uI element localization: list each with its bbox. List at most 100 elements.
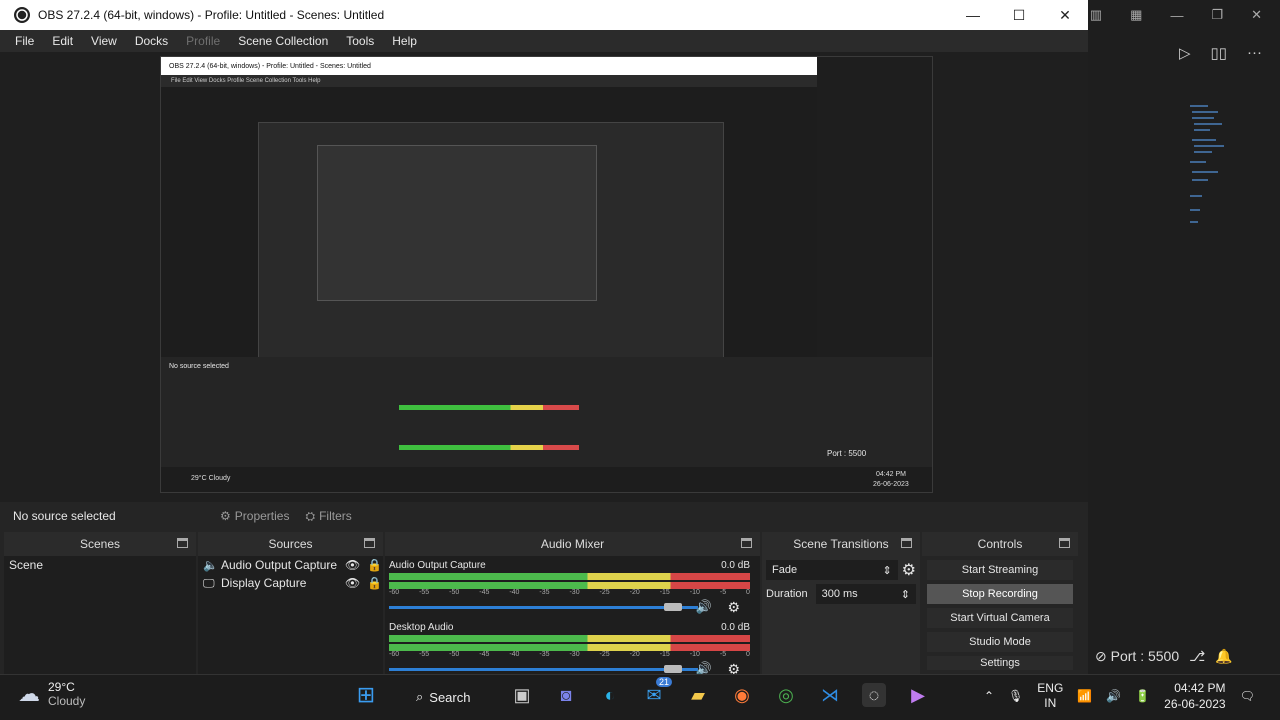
search-label: Search <box>429 689 471 705</box>
editor-toolbar: ▷ ▯▯ ··· <box>1179 44 1262 62</box>
transition-select[interactable]: Fade ⇕ <box>766 560 898 580</box>
undock-icon[interactable] <box>364 538 375 548</box>
duration-value: 300 ms <box>821 588 858 600</box>
vscode-icon[interactable]: ⋊ <box>818 683 842 707</box>
editor-status-bar: ⊘ Port : 5500 ⎇ 🔔 <box>1095 648 1233 665</box>
split-editor-icon[interactable]: ▯▯ <box>1210 44 1227 62</box>
sources-header: Sources <box>198 532 383 556</box>
microphone-icon[interactable]: 🎙 <box>1008 689 1023 703</box>
close-button[interactable]: ✕ <box>1042 0 1088 30</box>
scene-item[interactable]: Scene <box>4 556 196 574</box>
port-status[interactable]: ⊘ Port : 5500 <box>1095 648 1179 665</box>
mail-icon[interactable]: ✉ 21 <box>642 677 672 707</box>
undock-icon[interactable] <box>177 538 188 548</box>
menu-help[interactable]: Help <box>383 34 426 48</box>
stop-recording-button[interactable]: Stop Recording <box>927 584 1073 604</box>
source-label: Display Capture <box>221 576 307 590</box>
gear-icon[interactable]: ⚙ <box>727 599 740 616</box>
menu-docks[interactable]: Docks <box>126 34 177 48</box>
start-streaming-button[interactable]: Start Streaming <box>927 560 1073 580</box>
taskbar-search[interactable]: ⌕ Search <box>402 683 484 711</box>
undock-icon[interactable] <box>901 538 912 548</box>
controls-header: Controls <box>922 532 1078 556</box>
menu-tools[interactable]: Tools <box>337 34 383 48</box>
file-explorer-icon[interactable]: ▰ <box>686 683 710 707</box>
minimize-icon[interactable]: — <box>1170 8 1183 23</box>
more-icon[interactable]: ··· <box>1247 44 1262 62</box>
lock-icon[interactable]: 🔒 <box>367 558 383 572</box>
notification-icon[interactable]: 🗨 <box>1240 689 1255 703</box>
duration-spinbox[interactable]: 300 ms ⇕ <box>815 584 916 604</box>
channel-db: 0.0 dB <box>721 560 750 571</box>
volume-knob[interactable] <box>664 665 682 673</box>
grid-icon[interactable]: ▦ <box>1130 7 1142 23</box>
bell-icon[interactable]: 🔔 <box>1215 648 1232 665</box>
volume-knob[interactable] <box>664 603 682 611</box>
spin-arrows-icon[interactable]: ⇕ <box>901 588 910 601</box>
gear-icon[interactable]: ⚙ <box>902 560 916 580</box>
menu-scene-collection[interactable]: Scene Collection <box>229 34 337 48</box>
eye-icon[interactable]: 👁 <box>345 576 367 590</box>
filters-label: Filters <box>319 509 352 523</box>
studio-mode-button[interactable]: Studio Mode <box>927 632 1073 652</box>
lock-icon[interactable]: 🔒 <box>367 576 383 590</box>
properties-label: Properties <box>234 509 290 523</box>
inner-editor <box>817 57 932 357</box>
mixer-channel: Desktop Audio 0.0 dB -60 -55 -50 -45 -40 -35 -3… <box>389 622 750 677</box>
chrome-icon[interactable]: ◎ <box>774 683 798 707</box>
source-item[interactable]: 🔈 Audio Output Capture 👁 🔒 <box>198 556 383 574</box>
filter-icon: ⛭ <box>305 508 316 523</box>
monitor-icon: 🖵 <box>203 575 215 590</box>
run-icon[interactable]: ▷ <box>1179 44 1191 62</box>
volume-icon[interactable]: 🔊 <box>696 599 712 615</box>
teams-chat-icon[interactable]: ◙ <box>554 683 578 707</box>
layout-icon[interactable]: ▥ <box>1090 7 1102 23</box>
port-label: Port : 5500 <box>1110 648 1180 664</box>
restore-icon[interactable]: ❐ <box>1211 7 1223 23</box>
settings-button[interactable]: Settings <box>927 656 1073 670</box>
time: 04:42 PM <box>1174 681 1226 695</box>
weather-widget[interactable]: ☁ 29°C Cloudy <box>18 680 85 708</box>
chevron-up-icon[interactable]: ⌃ <box>984 689 994 703</box>
language-indicator[interactable]: ENG IN <box>1037 681 1063 711</box>
minimize-button[interactable]: — <box>950 0 996 30</box>
inner-date: 26-06-2023 <box>873 481 909 488</box>
person-icon[interactable]: ⎇ <box>1189 648 1205 665</box>
edge-browser-icon[interactable]: ◐ <box>598 683 622 707</box>
firefox-icon[interactable]: ◉ <box>730 683 754 707</box>
mixer-body: Audio Output Capture 0.0 dB -60 -55 -50 -45-… <box>385 556 760 677</box>
menu-file[interactable]: File <box>6 34 43 48</box>
undock-icon[interactable] <box>741 538 752 548</box>
menu-view[interactable]: View <box>82 34 126 48</box>
clock[interactable]: 04:42 PM 26-06-2023 <box>1164 680 1225 712</box>
maximize-button[interactable]: ☐ <box>996 0 1042 30</box>
cloud-icon: ☁ <box>18 681 40 706</box>
mail-badge: 21 <box>655 677 672 687</box>
menu-profile[interactable]: Profile <box>177 34 229 48</box>
channel-name: Audio Output Capture <box>389 560 486 571</box>
inner-weather: 29°C Cloudy <box>191 475 231 482</box>
level-meter <box>389 573 750 580</box>
menu-edit[interactable]: Edit <box>43 34 82 48</box>
controls-title: Controls <box>977 537 1023 551</box>
volume-slider[interactable]: 🔊 ⚙ <box>389 599 750 616</box>
title-bar: OBS 27.2.4 (64-bit, windows) - Profile: … <box>0 0 1088 30</box>
media-player-icon[interactable]: ▶ <box>906 683 930 707</box>
obs-taskbar-icon[interactable]: ◌ <box>862 683 886 707</box>
temperature: 29°C <box>48 680 75 694</box>
start-virtual-camera-button[interactable]: Start Virtual Camera <box>927 608 1073 628</box>
battery-icon[interactable]: 🔋 <box>1135 689 1150 703</box>
windows-start-icon[interactable]: ⊞ <box>354 682 378 707</box>
undock-icon[interactable] <box>1059 538 1070 548</box>
speaker-icon[interactable]: 🔊 <box>1106 689 1121 703</box>
source-item[interactable]: 🖵 Display Capture 👁 🔒 <box>198 574 383 592</box>
properties-button[interactable]: ⚙ Properties <box>212 505 297 527</box>
close-icon[interactable]: ✕ <box>1251 7 1262 23</box>
filters-button[interactable]: ⛭ Filters <box>297 505 359 527</box>
task-view-icon[interactable]: ▣ <box>510 683 534 707</box>
wifi-icon[interactable]: 📶 <box>1077 689 1092 703</box>
audio-mixer-dock: Audio Mixer Audio Output Capture 0.0 dB -… <box>385 532 760 677</box>
inner-docks: No source selected Port : 5500 <box>161 357 932 467</box>
eye-icon[interactable]: 👁 <box>345 558 367 572</box>
inner-preview <box>161 87 817 384</box>
